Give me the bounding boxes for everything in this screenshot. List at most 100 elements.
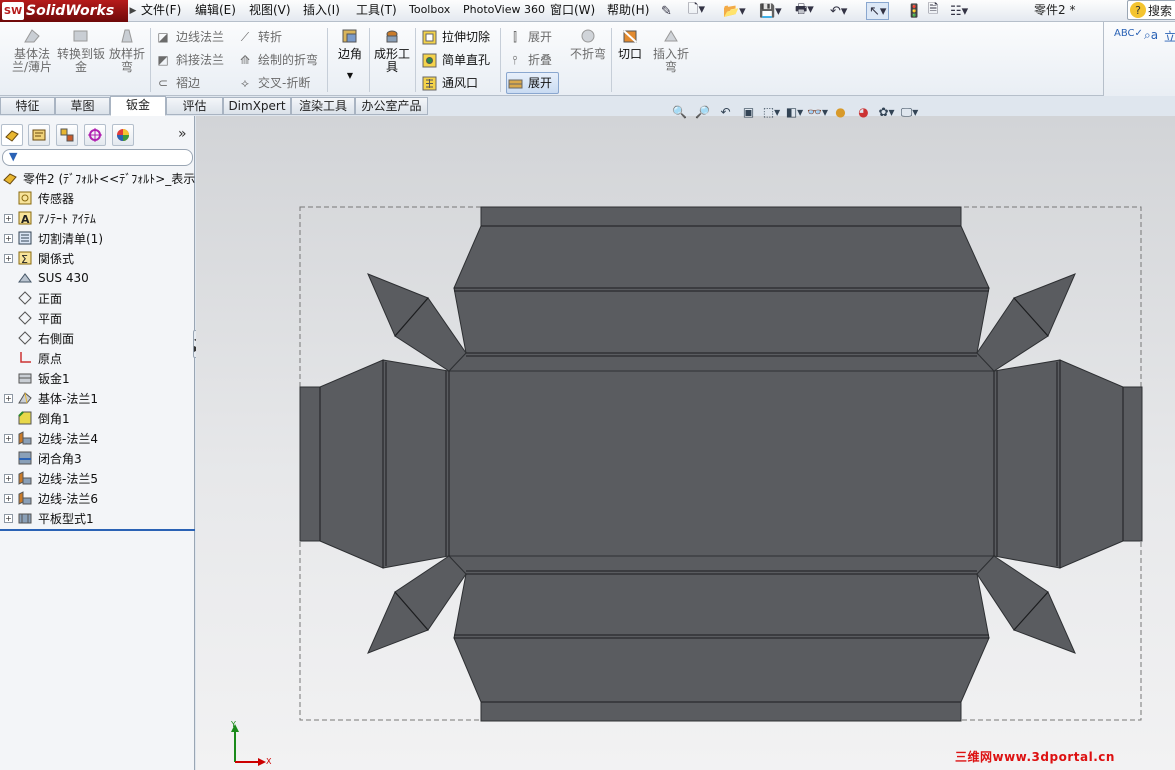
view-orientation-icon[interactable]: ⬚▾ (760, 103, 783, 121)
search-field[interactable]: ? 搜索 (1127, 0, 1175, 20)
tree-node[interactable]: +闭合角3 (4, 448, 82, 468)
undo-icon[interactable]: ↶▾ (830, 2, 847, 20)
tree-node[interactable]: +原点 (4, 348, 62, 368)
configuration-manager-tab-icon[interactable] (56, 124, 78, 146)
menu-photoview[interactable]: PhotoView 360 (463, 0, 545, 22)
tab-evaluate[interactable]: 评估 (166, 97, 223, 115)
no-bends-button[interactable]: 不折弯 (568, 26, 608, 61)
extra-tool-icon[interactable]: 立 (1164, 28, 1175, 45)
tree-node[interactable]: + 边线-法兰4 (4, 428, 98, 448)
tree-node[interactable]: +右側面 (4, 328, 74, 348)
convert-to-sheet-metal-button[interactable]: 转换到钣金 (57, 26, 105, 74)
tree-node[interactable]: +平面 (4, 308, 62, 328)
new-document-icon[interactable]: 🗋▾ (688, 2, 705, 20)
menu-view[interactable]: 视图(V) (249, 0, 291, 22)
zoom-to-fit-icon[interactable]: 🔍 (668, 103, 691, 121)
menu-insert[interactable]: 插入(I) (303, 0, 340, 22)
menu-help[interactable]: 帮助(H) (607, 0, 649, 22)
tree-node[interactable]: + 切割清单(1) (4, 228, 103, 248)
corners-dropdown-icon[interactable]: ▼ (333, 69, 367, 82)
file-properties-icon[interactable]: 🗎 (928, 2, 938, 20)
insert-bends-button[interactable]: 插入折弯 (650, 26, 692, 74)
edit-appearance-icon[interactable]: ● (829, 103, 852, 121)
jog-button[interactable]: ⟋ 转折 (237, 27, 282, 47)
display-style-icon[interactable]: ◧▾ (783, 103, 806, 121)
tree-expand-toggle[interactable]: + (4, 493, 13, 503)
rebuild-icon[interactable]: 🚦 (906, 2, 922, 20)
open-document-icon[interactable]: 📂▾ (723, 2, 746, 20)
tab-office-products[interactable]: 办公室产品 (355, 97, 428, 115)
tree-node[interactable]: +传感器 (4, 188, 74, 208)
options-icon[interactable]: ☷▾ (950, 2, 968, 20)
tree-node[interactable]: + 边线-法兰5 (4, 468, 98, 488)
tab-render-tools[interactable]: 渲染工具 (291, 97, 355, 115)
tree-node[interactable]: +正面 (4, 288, 62, 308)
select-icon[interactable]: ↖▾ (866, 2, 890, 20)
lofted-bend-button[interactable]: 放样折弯 (105, 26, 149, 74)
menu-file[interactable]: 文件(F) (141, 0, 181, 22)
cross-break-button[interactable]: ⟡ 交叉-折断 (237, 73, 310, 93)
tree-node[interactable]: + Σ 関係式 (4, 248, 74, 268)
menu-toolbox[interactable]: Toolbox (409, 0, 450, 22)
edge-flange-button[interactable]: ◪ 边线法兰 (155, 27, 224, 47)
dimxpert-manager-tab-icon[interactable] (84, 124, 106, 146)
tree-node[interactable]: +钣金1 (4, 368, 70, 388)
forming-tool-button[interactable]: 成形工具 (372, 26, 412, 74)
more-tabs-icon[interactable]: » (178, 126, 187, 142)
apply-scene-icon[interactable]: ◕ (852, 103, 875, 121)
simple-hole-button[interactable]: 简单直孔 (421, 50, 490, 70)
vent-button[interactable]: 通风口 (421, 73, 478, 93)
sketched-bend-button[interactable]: ⟰ 绘制的折弯 (237, 50, 318, 70)
tree-node[interactable]: +SUS 430 (4, 268, 89, 288)
pin-icon[interactable]: ✎ (661, 2, 672, 20)
tree-root-part[interactable]: 零件2 (ﾃﾞﾌｫﾙﾄ<<ﾃﾞﾌｫﾙﾄ>_表示 (2, 168, 195, 188)
flatten-button[interactable]: 展开 (506, 72, 560, 94)
tree-expand-toggle[interactable]: + (4, 253, 13, 263)
tree-expand-toggle[interactable]: + (4, 433, 13, 443)
tree-expand-toggle[interactable]: + (4, 513, 13, 523)
feature-filter-input[interactable]: ▼ (2, 149, 193, 166)
tree-node[interactable]: + 基体-法兰1 (4, 388, 98, 408)
graphics-area[interactable] (196, 116, 1175, 770)
miter-flange-button[interactable]: ◩ 斜接法兰 (155, 50, 224, 70)
print-icon[interactable]: 🖶▾ (795, 2, 814, 20)
tree-expand-toggle[interactable]: + (4, 213, 13, 223)
tree-node[interactable]: + 平板型式1 (4, 508, 94, 528)
hide-show-items-icon[interactable]: 👓▾ (806, 103, 829, 121)
menu-window[interactable]: 窗口(W) (550, 0, 595, 22)
menu-tools[interactable]: 工具(T) (356, 0, 397, 22)
unfold-button[interactable]: ⫿ 展开 (507, 27, 552, 47)
help-icon[interactable]: ? (1130, 2, 1146, 18)
solidworks-logo[interactable]: SW SolidWorks (0, 0, 128, 22)
monitor-icon[interactable]: 🖵▾ (898, 103, 921, 121)
tree-node[interactable]: +倒角1 (4, 408, 70, 428)
base-flange-button[interactable]: 基体法兰/薄片 (8, 26, 56, 74)
rip-button[interactable]: 切口 (616, 26, 644, 61)
section-view-icon[interactable]: ▣ (737, 103, 760, 121)
menu-edit[interactable]: 编辑(E) (195, 0, 236, 22)
save-icon[interactable]: 💾▾ (759, 2, 782, 20)
spell-check-icon[interactable]: ABC✓ (1114, 28, 1143, 39)
tree-expand-toggle[interactable]: + (4, 233, 13, 243)
zoom-to-area-icon[interactable]: 🔎 (691, 103, 714, 121)
tree-expand-toggle[interactable]: + (4, 473, 13, 483)
property-manager-tab-icon[interactable] (28, 124, 50, 146)
tab-sketch[interactable]: 草图 (55, 97, 110, 115)
tab-features[interactable]: 特征 (0, 97, 55, 115)
feature-manager-tab-icon[interactable] (1, 124, 23, 146)
tab-dimxpert[interactable]: DimXpert (223, 97, 291, 115)
extruded-cut-button[interactable]: 拉伸切除 (421, 27, 490, 47)
fold-button[interactable]: ⫯ 折叠 (507, 50, 552, 70)
display-manager-tab-icon[interactable] (112, 124, 134, 146)
previous-view-icon[interactable]: ↶ (714, 103, 737, 121)
tree-node[interactable]: + A ｱﾉﾃｰﾄ ｱｲﾃﾑ (4, 208, 96, 228)
logo-menu-arrow-icon[interactable]: ▶ (128, 0, 138, 22)
corners-button[interactable]: 边角 ▼ (333, 26, 367, 82)
tree-expand-toggle[interactable]: + (4, 393, 13, 403)
tree-rollback-bar[interactable] (0, 529, 195, 531)
view-settings-icon[interactable]: ✿▾ (875, 103, 898, 121)
tree-node[interactable]: + 边线-法兰6 (4, 488, 98, 508)
hem-button[interactable]: ⊂ 褶边 (155, 73, 200, 93)
find-icon[interactable]: ⌕a (1144, 28, 1158, 43)
tab-sheet-metal[interactable]: 钣金 (110, 96, 166, 116)
